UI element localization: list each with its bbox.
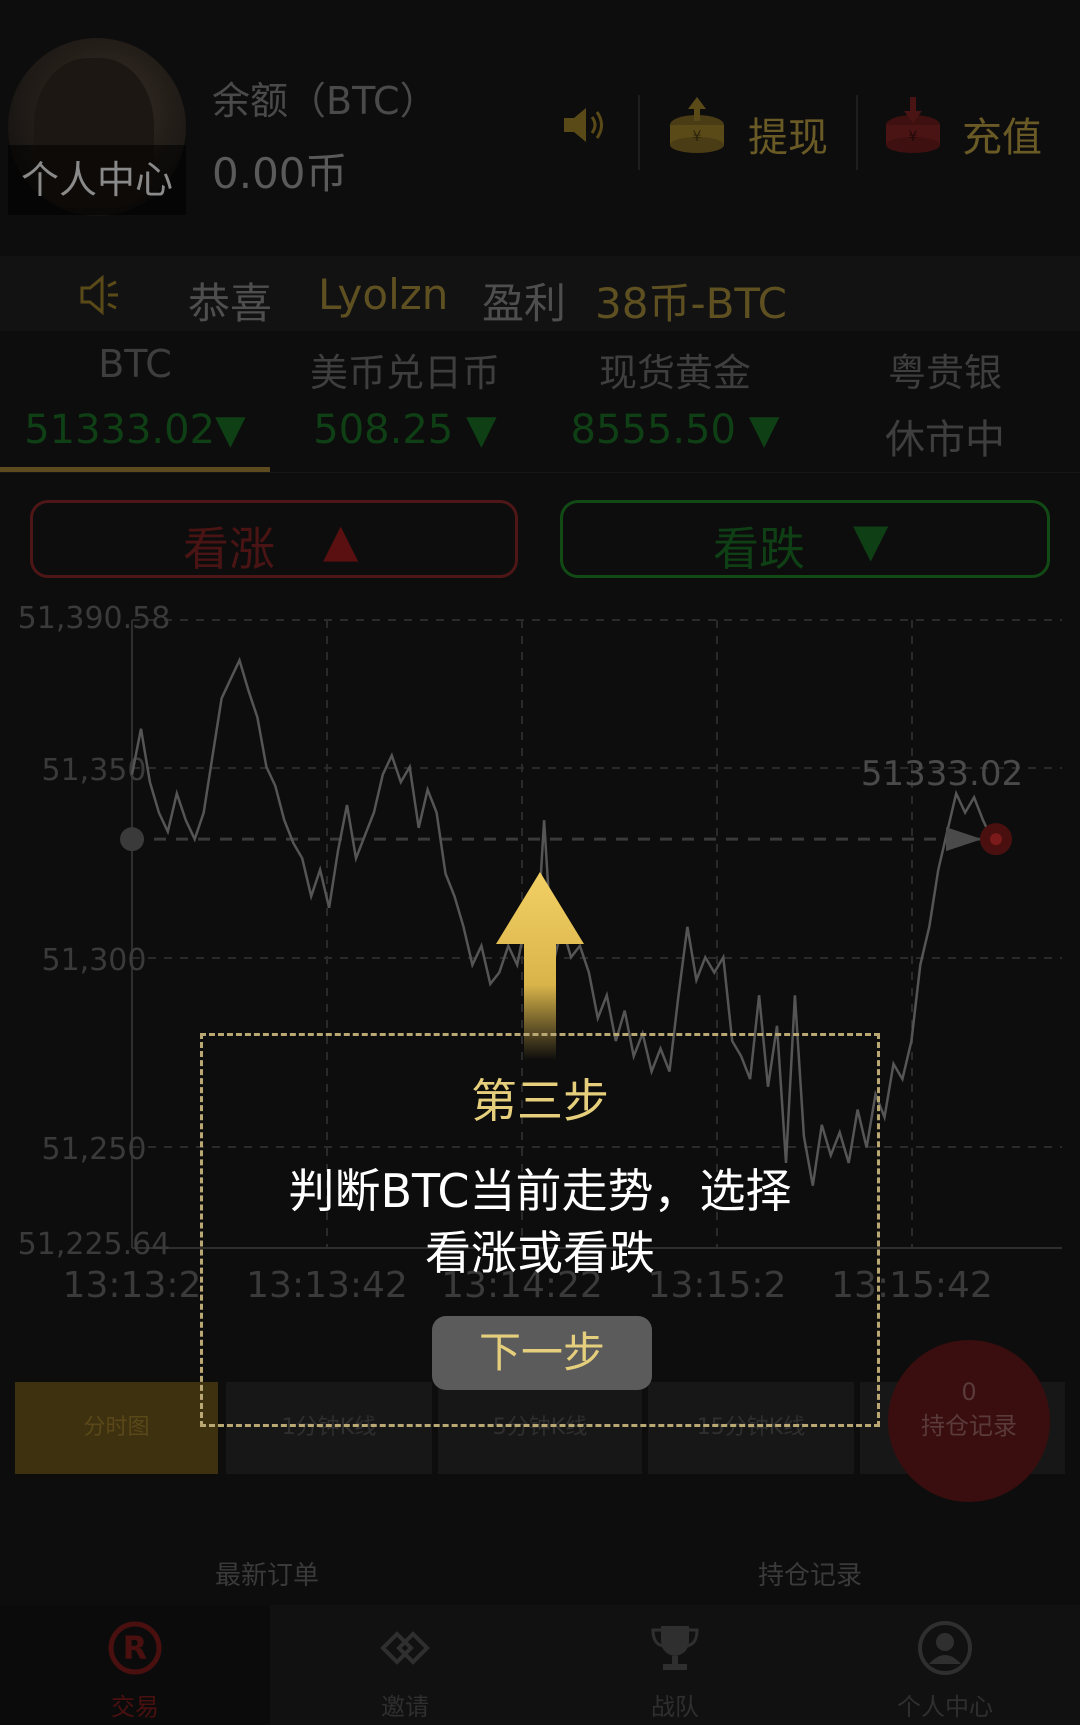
latest-orders-tab[interactable]: 最新订单 — [215, 1555, 319, 1592]
withdraw-button[interactable]: 提现 — [748, 105, 828, 163]
chart-y-tick-label: 51,390.58 — [18, 601, 171, 636]
chart-y-tick-label: 51,225.64 — [18, 1227, 171, 1262]
chart-current-price-label: 51333.02 — [861, 754, 1023, 794]
deposit-button[interactable]: 充值 — [962, 105, 1042, 163]
buy-up-button[interactable]: 看涨 ▲ — [30, 500, 518, 578]
nav-label-profile: 个人中心 — [897, 1693, 993, 1721]
tutorial-message-line1: 判断BTC当前走势，选择 — [288, 1164, 792, 1218]
holdings-button[interactable]: 0 持仓记录 — [888, 1340, 1050, 1502]
holdings-label: 持仓记录 — [921, 1412, 1017, 1440]
market-tab-usdjpy-value[interactable]: 508.25 ▼ — [270, 407, 540, 453]
down-arrow-icon: ▼ — [853, 513, 889, 567]
avatar-label[interactable]: 个人中心 — [8, 145, 186, 215]
nav-item-profile[interactable]: 个人中心 — [810, 1605, 1080, 1725]
period-tab-timeline[interactable]: 分时图 — [15, 1382, 218, 1474]
market-tab-gold-value[interactable]: 8555.50 ▼ — [540, 407, 810, 453]
tutorial-step-title: 第三步 — [471, 1074, 609, 1128]
market-tab-btc-value[interactable]: 51333.02▼ — [0, 407, 270, 453]
speaker-icon[interactable] — [560, 100, 610, 150]
nav-item-team[interactable]: 战队 — [540, 1605, 810, 1725]
chart-y-tick-label: 51,350 — [42, 753, 147, 788]
tab-divider — [0, 472, 1080, 473]
chart-current-point-core — [990, 833, 1002, 846]
chart-x-tick-label: 13:13:2 — [63, 1265, 202, 1306]
balance-value: 0.00币 — [212, 149, 348, 198]
market-tab-usdjpy-name[interactable]: 美币兑日币 — [270, 342, 540, 397]
nav-label-trade: 交易 — [111, 1693, 159, 1721]
balance-label: 余额（BTC） — [212, 79, 438, 123]
ticker-profit-value: 38币-BTC — [595, 279, 787, 328]
ticker-profit-label: 盈利 — [482, 279, 567, 328]
deposit-icon[interactable]: ¥ — [884, 95, 942, 153]
invite-icon — [380, 1631, 430, 1665]
svg-text:¥: ¥ — [693, 129, 702, 145]
header-divider — [856, 95, 858, 170]
chart-y-tick-label: 51,300 — [42, 943, 147, 978]
tutorial-arrow-icon — [496, 872, 584, 1060]
chart-price-pointer — [946, 827, 982, 852]
header-divider — [638, 95, 640, 170]
market-tab-btc-name[interactable]: BTC — [0, 342, 270, 386]
nav-label-invite: 邀请 — [381, 1693, 429, 1721]
holdings-count: 0 — [961, 1378, 977, 1406]
buy-down-label: 看跌 — [713, 522, 805, 576]
tutorial-message: 判断BTC当前走势，选择 看涨或看跌 — [220, 1160, 860, 1284]
svg-text:¥: ¥ — [909, 129, 918, 145]
buy-up-label: 看涨 — [183, 522, 275, 576]
ticker-user: Lyolzn — [318, 270, 449, 319]
market-tab-gold-name[interactable]: 现货黄金 — [540, 342, 810, 397]
tutorial-next-button[interactable]: 下一步 — [432, 1316, 652, 1390]
buy-down-button[interactable]: 看跌 ▼ — [560, 500, 1050, 578]
trophy-icon — [651, 1626, 699, 1670]
nav-label-team: 战队 — [651, 1693, 699, 1721]
ticker-congrats: 恭喜 — [188, 279, 273, 328]
nav-item-invite[interactable]: 邀请 — [270, 1605, 540, 1725]
up-arrow-icon: ▲ — [323, 513, 359, 567]
tutorial-message-line2: 看涨或看跌 — [425, 1226, 655, 1280]
announcement-speaker-icon — [80, 274, 118, 316]
trade-icon: R — [108, 1621, 162, 1675]
market-tab-silver-status[interactable]: 休市中 — [810, 407, 1080, 465]
chart-reference-start-dot — [120, 827, 144, 852]
nav-item-trade[interactable]: R 交易 — [0, 1605, 270, 1725]
holdings-tab[interactable]: 持仓记录 — [758, 1555, 862, 1592]
withdraw-icon[interactable]: ¥ — [668, 95, 726, 153]
svg-text:R: R — [123, 1629, 148, 1667]
chart-y-tick-label: 51,250 — [42, 1132, 147, 1167]
profile-icon — [918, 1621, 972, 1675]
active-tab-indicator — [0, 467, 270, 472]
market-tab-silver-name[interactable]: 粤贵银 — [810, 342, 1080, 397]
